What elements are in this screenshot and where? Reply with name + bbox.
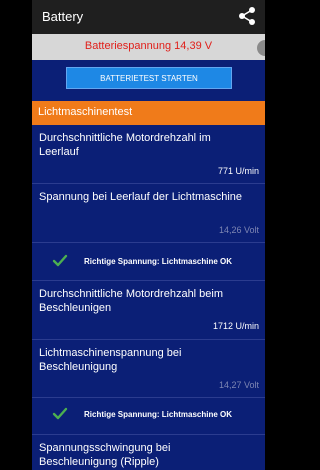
measurement-label: Durchschnittliche Motordrehzahl beim Bes… — [39, 288, 224, 314]
measurement-row: Durchschnittliche Motordrehzahl im Leerl… — [32, 125, 265, 183]
app-title: Battery — [42, 9, 84, 24]
measurement-label: Spannung bei Leerlauf der Lichtmaschine — [39, 191, 243, 203]
battery-voltage-bar: Batteriespannung 14,39 V — [32, 34, 265, 60]
measurement-value: 1712 U/min — [212, 321, 259, 331]
check-icon — [52, 407, 68, 420]
measurement-label: Durchschnittliche Motordrehzahl im Leerl… — [39, 132, 211, 158]
measurement-label: Lichtmaschinenspannung bei Beschleunigun… — [39, 347, 182, 373]
scroll-handle[interactable] — [257, 40, 265, 56]
divider — [32, 242, 265, 243]
measurement-label: Spannungsschwingung bei Beschleunigung (… — [39, 442, 171, 468]
section-title: Lichtmaschinentest — [38, 106, 133, 118]
result-row: Richtige Spannung: Lichtmaschine OK — [32, 401, 265, 431]
share-icon[interactable] — [237, 6, 257, 26]
check-icon — [52, 254, 68, 267]
start-battery-test-button[interactable]: BATTERIETEST STARTEN — [66, 67, 232, 89]
result-text: Richtige Spannung: Lichtmaschine OK — [84, 410, 233, 419]
app-bar: Battery — [32, 0, 265, 34]
section-header: Lichtmaschinentest — [32, 101, 265, 125]
battery-voltage-text: Batteriespannung 14,39 V — [84, 40, 213, 52]
result-row: Richtige Spannung: Lichtmaschine OK — [32, 248, 265, 278]
measurement-row: Durchschnittliche Motordrehzahl beim Bes… — [32, 281, 265, 339]
battery-screen: Battery Batteriespannung 14,39 V BATTERI… — [32, 0, 265, 470]
measurement-value: 14,27 Volt — [218, 380, 259, 390]
measurement-row: Spannungsschwingung bei Beschleunigung (… — [32, 435, 265, 470]
measurement-value: 14,26 Volt — [218, 225, 259, 235]
measurement-row: Lichtmaschinenspannung bei Beschleunigun… — [32, 340, 265, 397]
result-text: Richtige Spannung: Lichtmaschine OK — [84, 257, 233, 266]
measurement-value: 771 U/min — [217, 166, 259, 176]
measurement-row: Spannung bei Leerlauf der Lichtmaschine … — [32, 184, 265, 242]
divider — [32, 397, 265, 398]
